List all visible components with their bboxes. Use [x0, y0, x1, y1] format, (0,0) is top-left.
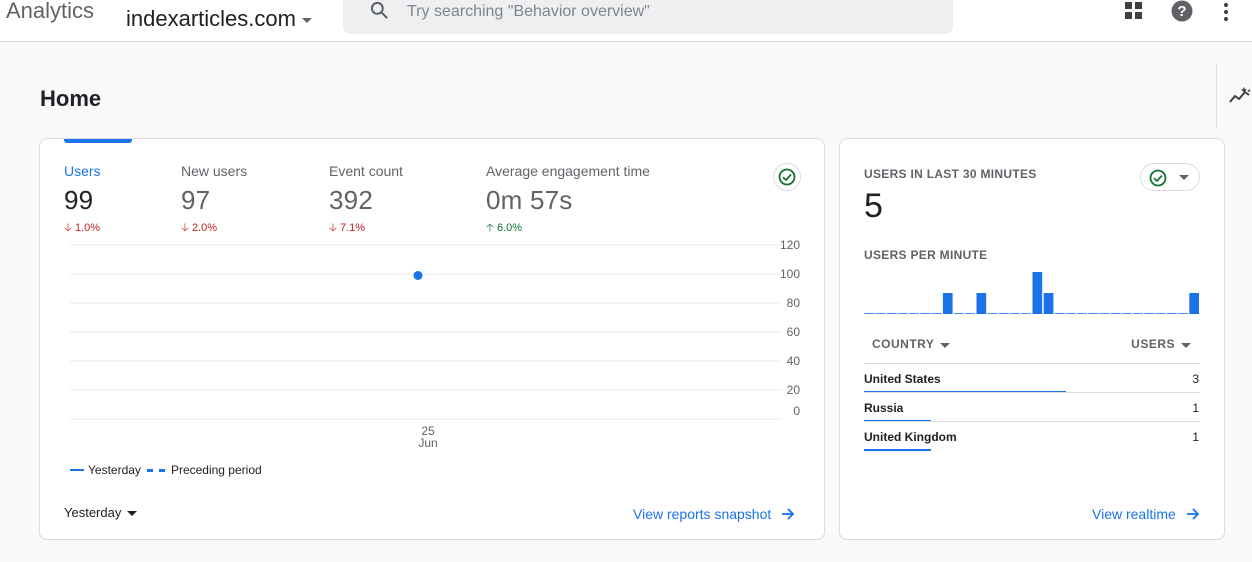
y-tick-label: 100 [780, 267, 800, 281]
chevron-down-icon [1181, 342, 1191, 348]
search-input[interactable]: Try searching "Behavior overview" [407, 3, 650, 21]
minute-bar [1066, 313, 1076, 314]
users-per-minute-label: USERS PER MINUTE [864, 248, 988, 262]
realtime-heading: USERS IN LAST 30 MINUTES [864, 167, 1037, 181]
legend-dashed-swatch [146, 468, 165, 472]
minute-bar [954, 313, 964, 314]
legend-label: Preceding period [170, 463, 262, 477]
top-bar: Analytics indexarticles.com Try searchin… [0, 0, 1252, 42]
table-divider [864, 392, 1200, 393]
chevron-down-icon [127, 511, 138, 516]
link-label: View reports snapshot [633, 506, 772, 522]
y-tick-label: 80 [787, 296, 801, 310]
minute-bar [1110, 313, 1121, 314]
more-vert-icon[interactable] [1220, 2, 1232, 22]
column-header-country[interactable]: COUNTRY [872, 337, 951, 351]
minute-bar [1021, 313, 1031, 314]
account-selector[interactable]: indexarticles.com [126, 6, 312, 32]
svg-text:?: ? [1177, 3, 1186, 20]
x-tick-label-month: Jun [418, 436, 437, 450]
table-row-users: 1 [1192, 430, 1199, 444]
insights-icon[interactable] [1228, 86, 1252, 106]
legend-solid-swatch [70, 469, 84, 471]
account-name: indexarticles.com [126, 6, 296, 31]
chevron-down-icon [940, 342, 951, 348]
minute-bar [1133, 313, 1143, 314]
minute-bar [965, 313, 975, 314]
minute-bar [1032, 272, 1043, 314]
minute-bar [1077, 313, 1087, 314]
date-range-label: Yesterday [64, 505, 122, 520]
product-name[interactable]: Analytics [6, 0, 94, 24]
search-icon [370, 1, 388, 19]
column-header-users[interactable]: USERS [1131, 337, 1191, 351]
legend-item-current: Yesterday [70, 463, 141, 477]
minute-bar [942, 293, 953, 314]
minute-bar [998, 313, 1009, 314]
minute-bar [1099, 313, 1110, 314]
minute-bar [1178, 313, 1188, 314]
chevron-down-icon [1179, 175, 1189, 180]
minute-bar [976, 293, 987, 314]
overview-card: Users 99 🡣 1.0% New users 97 🡣 2.0% Even… [39, 138, 825, 540]
page-title: Home [40, 86, 102, 111]
realtime-data-quality-button[interactable] [1140, 163, 1200, 191]
apps-grid-icon[interactable] [1124, 1, 1144, 21]
minute-bar [987, 313, 998, 314]
minute-bar [1155, 313, 1166, 314]
minute-bar [1054, 313, 1065, 314]
minute-bar [875, 313, 886, 314]
minute-bar [1043, 293, 1054, 314]
table-row-country: Russia [864, 401, 904, 415]
column-header-label: COUNTRY [872, 337, 935, 351]
table-row-country: United States [864, 372, 941, 386]
column-header-label: USERS [1131, 337, 1175, 351]
minute-bar [886, 313, 897, 314]
check-circle-icon [1149, 169, 1167, 187]
chevron-down-icon [301, 17, 312, 23]
search-bar[interactable]: Try searching "Behavior overview" [343, 0, 953, 34]
minute-bar [898, 313, 908, 314]
minute-bar [1144, 313, 1155, 314]
table-divider [864, 363, 1200, 364]
side-divider [1216, 64, 1217, 128]
legend-label: Yesterday [88, 463, 141, 477]
table-row-users: 3 [1192, 372, 1199, 386]
table-row-users: 1 [1192, 401, 1199, 415]
view-realtime-link[interactable]: View realtime [1092, 506, 1200, 522]
minute-bar [1010, 313, 1020, 314]
arrow-right-icon [782, 508, 795, 520]
minute-bar [864, 313, 875, 314]
table-row-country: United Kingdom [864, 430, 957, 444]
y-tick-label: 0 [793, 404, 800, 418]
users-line-chart: 12010080604020025Jun [70, 238, 801, 450]
minute-bar [931, 313, 942, 314]
table-row-share-bar [864, 449, 931, 451]
minute-bar [1189, 293, 1199, 314]
minute-bar [920, 313, 931, 314]
y-tick-label: 20 [787, 383, 801, 397]
date-range-selector[interactable]: Yesterday [64, 505, 138, 520]
y-tick-label: 60 [787, 325, 801, 339]
realtime-card: USERS IN LAST 30 MINUTES 5 USERS PER MIN… [839, 138, 1225, 540]
minute-bar [1088, 313, 1099, 314]
data-point [413, 270, 423, 280]
users-per-minute-chart [864, 272, 1199, 314]
y-tick-label: 120 [780, 238, 800, 252]
minute-bar [909, 313, 919, 314]
minute-bar [1166, 313, 1177, 314]
realtime-user-count: 5 [864, 187, 883, 225]
arrow-right-icon [1186, 508, 1200, 520]
table-divider [864, 421, 1200, 422]
view-reports-snapshot-link[interactable]: View reports snapshot [633, 506, 795, 522]
legend-item-previous: Preceding period [146, 463, 262, 477]
minute-bar [1122, 313, 1132, 314]
link-label: View realtime [1092, 506, 1176, 522]
chart-legend: Yesterday Preceding period [70, 463, 268, 477]
y-tick-label: 40 [787, 354, 801, 368]
help-icon[interactable]: ? [1171, 0, 1193, 22]
